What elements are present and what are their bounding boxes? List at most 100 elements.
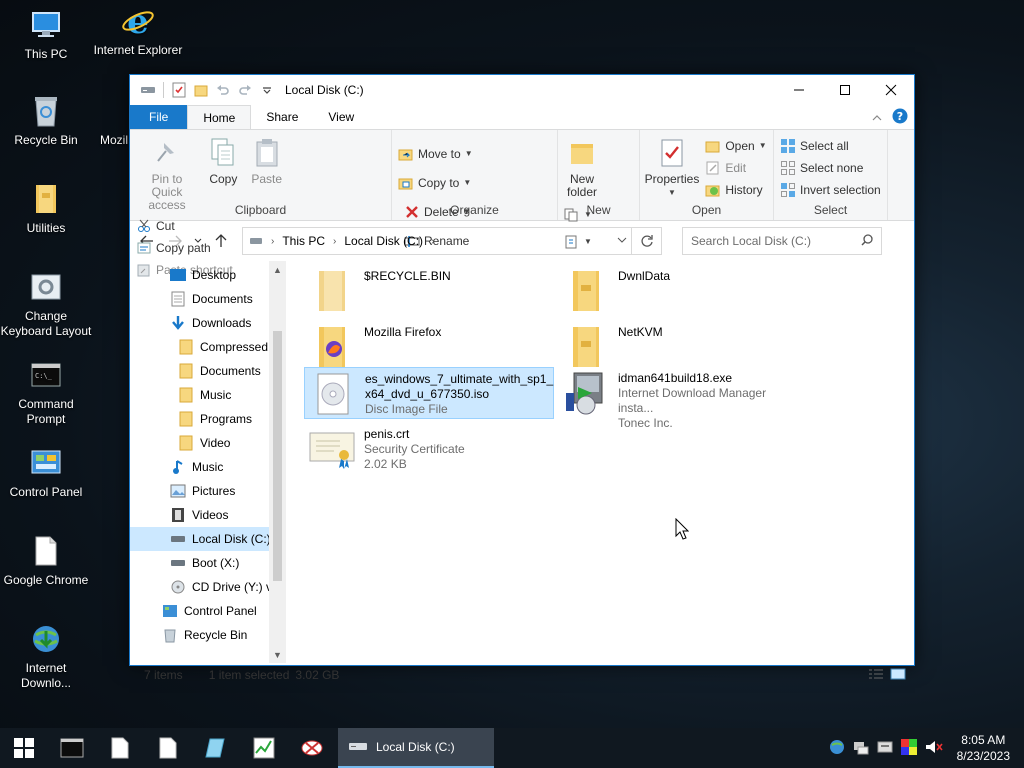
taskbar-snipping-tool-icon[interactable] bbox=[288, 728, 336, 768]
nav-item-cd-drive[interactable]: CD Drive (Y:) vi bbox=[130, 575, 286, 599]
properties-qat-icon[interactable] bbox=[169, 80, 189, 100]
tab-file[interactable]: File bbox=[130, 105, 188, 129]
navigation-scrollbar[interactable]: ▲ ▼ bbox=[269, 261, 286, 663]
nav-item-downloads[interactable]: Downloads bbox=[130, 311, 286, 335]
desktop-icon-internet-download-manager[interactable]: Internet Downlo... bbox=[0, 622, 92, 691]
tab-share[interactable]: Share bbox=[251, 105, 313, 129]
copy-to-button[interactable]: Copy to ▼ bbox=[396, 173, 475, 192]
copy-button[interactable]: Copy bbox=[203, 134, 243, 188]
file-item-idman-exe[interactable]: idman641build18.exe Internet Download Man… bbox=[558, 367, 808, 430]
nav-item-compressed[interactable]: Compressed bbox=[130, 335, 286, 359]
refresh-button[interactable] bbox=[631, 228, 661, 254]
pin-icon bbox=[151, 136, 183, 170]
help-icon[interactable]: ? bbox=[892, 108, 908, 127]
tab-view[interactable]: View bbox=[313, 105, 369, 129]
maximize-button[interactable] bbox=[822, 75, 868, 105]
desktop-icon-this-pc[interactable]: This PC bbox=[0, 8, 92, 62]
breadcrumb-separator: › bbox=[431, 235, 435, 247]
scroll-up-arrow-icon[interactable]: ▲ bbox=[269, 261, 286, 278]
open-button[interactable]: Open ▼ bbox=[703, 136, 768, 155]
file-size: 2.02 KB bbox=[364, 457, 407, 471]
file-item-penis-crt[interactable]: penis.crt Security Certificate 2.02 KB bbox=[304, 423, 554, 475]
nav-item-programs[interactable]: Programs bbox=[130, 407, 286, 431]
file-name: idman641build18.exe bbox=[618, 371, 733, 385]
volume-muted-icon[interactable] bbox=[925, 739, 943, 758]
new-folder-button[interactable]: New folder bbox=[562, 134, 602, 201]
undo-icon[interactable] bbox=[213, 80, 233, 100]
select-group: Select all Select none Invert selection … bbox=[774, 130, 888, 220]
search-input[interactable]: Search Local Disk (C:) bbox=[682, 227, 882, 255]
scroll-down-arrow-icon[interactable]: ▼ bbox=[269, 646, 286, 663]
nav-item-pictures[interactable]: Pictures bbox=[130, 479, 286, 503]
desktop-icon-recycle-bin[interactable]: Recycle Bin bbox=[0, 94, 92, 148]
invert-selection-button[interactable]: Invert selection bbox=[778, 180, 883, 199]
taskbar-command-prompt-icon[interactable] bbox=[48, 728, 96, 768]
folder-icon bbox=[29, 182, 63, 216]
taskbar-active-explorer[interactable]: Local Disk (C:) bbox=[338, 728, 494, 768]
taskbar-file-icon[interactable] bbox=[96, 728, 144, 768]
tray-keyboard-icon[interactable] bbox=[877, 740, 893, 757]
file-item-netkvm[interactable]: NetKVM bbox=[558, 321, 808, 373]
new-folder-qat-icon[interactable] bbox=[191, 80, 211, 100]
nav-item-music-folder[interactable]: Music bbox=[130, 383, 286, 407]
properties-button[interactable]: Properties ▼ bbox=[644, 134, 700, 201]
redo-icon[interactable] bbox=[235, 80, 255, 100]
file-item-windows-iso[interactable]: es_windows_7_ultimate_with_sp1_x64_dvd_u… bbox=[304, 367, 554, 419]
taskbar-task-manager-icon[interactable] bbox=[240, 728, 288, 768]
tray-color-icon[interactable] bbox=[900, 738, 917, 758]
nav-item-desktop[interactable]: Desktop bbox=[130, 263, 286, 287]
edit-button[interactable]: Edit bbox=[703, 158, 768, 177]
history-label: History bbox=[725, 182, 763, 197]
customize-qat-chevron-icon[interactable] bbox=[257, 80, 277, 100]
nav-item-local-disk[interactable]: Local Disk (C:) bbox=[130, 527, 286, 551]
details-view-icon[interactable] bbox=[868, 668, 884, 683]
breadcrumb-local-disk[interactable]: Local Disk (C:) bbox=[344, 234, 423, 248]
nav-item-control-panel[interactable]: Control Panel bbox=[130, 599, 286, 623]
collapse-ribbon-chevron-icon[interactable] bbox=[872, 111, 882, 125]
taskbar-glass-app-icon[interactable] bbox=[192, 728, 240, 768]
large-icons-view-icon[interactable] bbox=[890, 668, 906, 683]
desktop-icon-command-prompt[interactable]: C:\_ Command Prompt bbox=[0, 358, 92, 427]
address-dropdown-icon[interactable] bbox=[617, 235, 627, 245]
pin-to-quick-access-button[interactable]: Pin to Quick access bbox=[134, 134, 200, 214]
breadcrumb-this-pc[interactable]: This PC bbox=[282, 234, 325, 248]
nav-item-documents[interactable]: Documents bbox=[130, 287, 286, 311]
file-item-dwnldata[interactable]: DwnlData bbox=[558, 265, 808, 317]
nav-item-videos[interactable]: Videos bbox=[130, 503, 286, 527]
start-button[interactable] bbox=[0, 728, 48, 768]
copy-path-button[interactable]: Copy path bbox=[134, 238, 235, 257]
nav-item-music[interactable]: Music bbox=[130, 455, 286, 479]
nav-item-video[interactable]: Video bbox=[130, 431, 286, 455]
nav-item-documents-folder[interactable]: Documents bbox=[130, 359, 286, 383]
address-field[interactable]: › This PC › Local Disk (C:) › bbox=[242, 227, 662, 255]
desktop-icon-google-chrome[interactable]: Google Chrome bbox=[0, 534, 92, 588]
scrollbar-thumb[interactable] bbox=[273, 331, 282, 581]
tray-idm-icon[interactable] bbox=[829, 739, 845, 758]
folder-icon bbox=[178, 435, 194, 451]
desktop-icon-change-keyboard-layout[interactable]: Change Keyboard Layout bbox=[0, 270, 92, 339]
paste-button[interactable]: Paste bbox=[247, 134, 287, 188]
desktop-icon-mozilla[interactable]: Mozil bbox=[92, 94, 132, 148]
clock[interactable]: 8:05 AM 8/23/2023 bbox=[957, 732, 1010, 764]
file-item-mozilla-firefox[interactable]: Mozilla Firefox bbox=[304, 321, 554, 373]
taskbar-file-icon[interactable] bbox=[144, 728, 192, 768]
minimize-button[interactable] bbox=[776, 75, 822, 105]
desktop-icon-control-panel[interactable]: Control Panel bbox=[0, 446, 92, 500]
tab-home[interactable]: Home bbox=[187, 105, 252, 130]
command-prompt-icon: C:\_ bbox=[29, 358, 63, 392]
nav-item-boot[interactable]: Boot (X:) bbox=[130, 551, 286, 575]
close-button[interactable] bbox=[868, 75, 914, 105]
move-to-label: Move to bbox=[418, 146, 461, 161]
tray-network-icon[interactable] bbox=[853, 739, 869, 758]
window-controls bbox=[776, 75, 914, 105]
nav-item-recycle-bin[interactable]: Recycle Bin bbox=[130, 623, 286, 647]
desktop-icon-internet-explorer[interactable]: e Internet Explorer bbox=[92, 4, 184, 58]
desktop-icon-utilities[interactable]: Utilities bbox=[0, 182, 92, 236]
file-item-recycle-bin-folder[interactable]: $RECYCLE.BIN bbox=[304, 265, 554, 317]
move-to-button[interactable]: Move to ▼ bbox=[396, 144, 475, 163]
search-placeholder: Search Local Disk (C:) bbox=[691, 234, 812, 248]
select-all-button[interactable]: Select all bbox=[778, 136, 883, 155]
history-button[interactable]: History bbox=[703, 180, 768, 199]
cut-button[interactable]: Cut bbox=[134, 216, 235, 235]
select-none-button[interactable]: Select none bbox=[778, 158, 883, 177]
